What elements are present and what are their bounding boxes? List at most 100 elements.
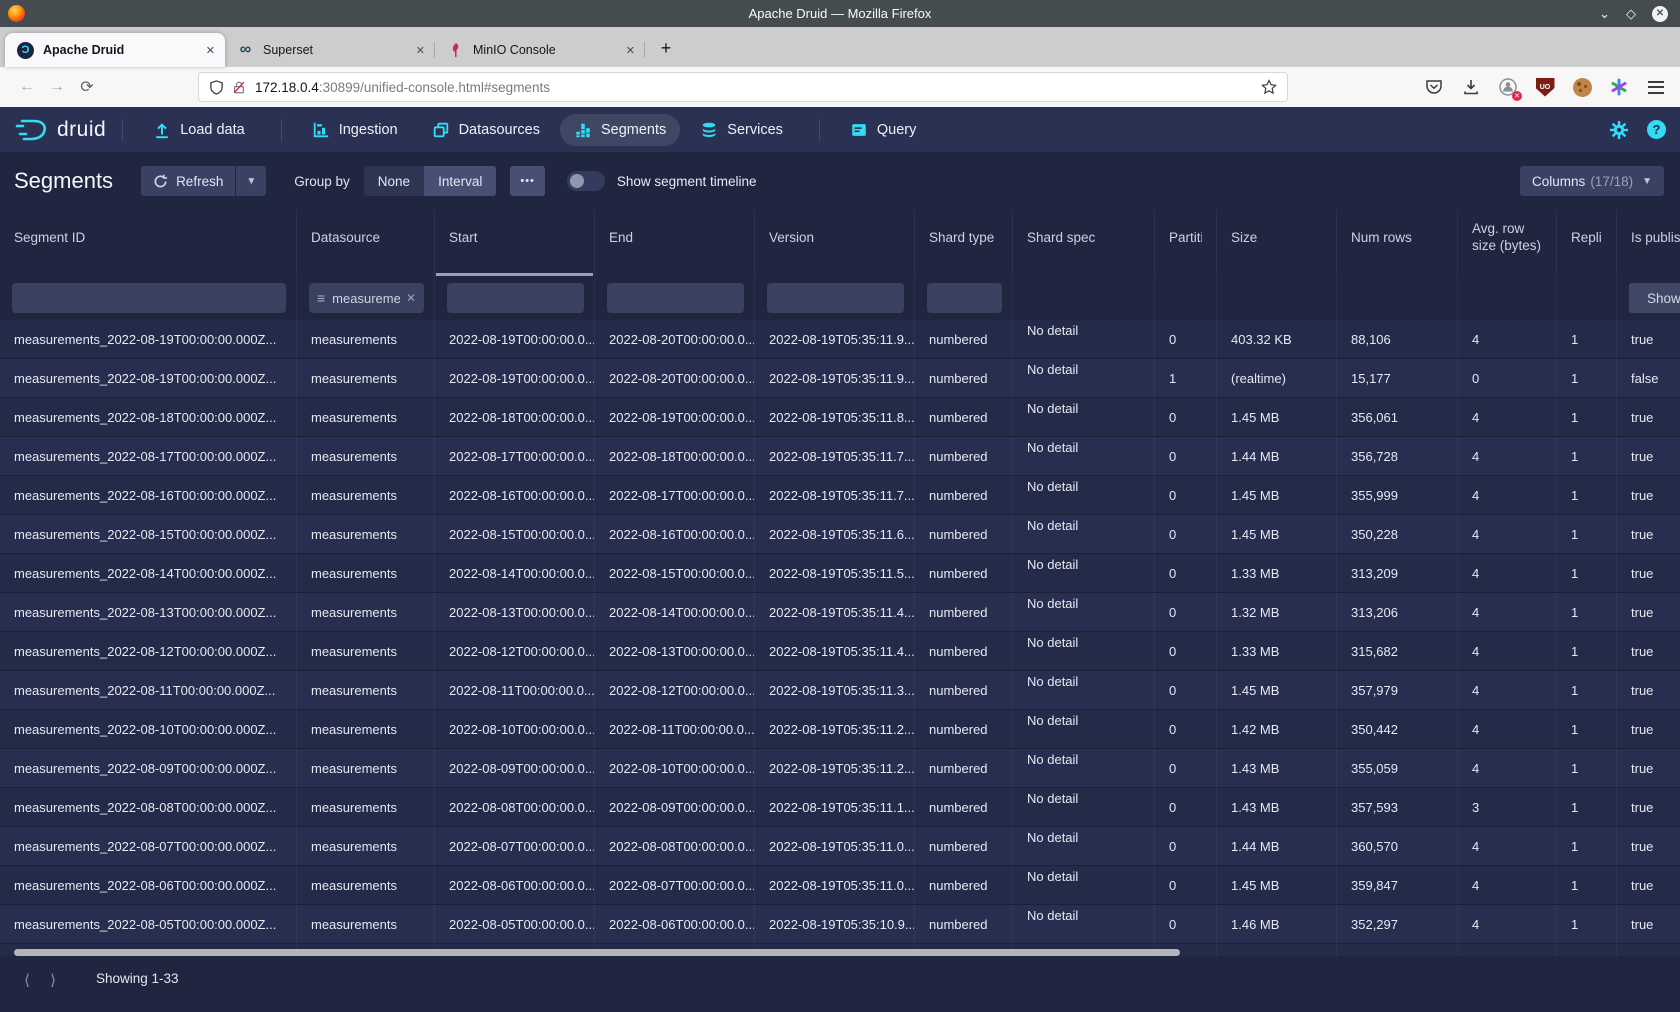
cell-avg-row-size: 4 [1458,398,1557,436]
settings-gear-icon[interactable] [1609,120,1629,140]
is-published-filter-button[interactable]: Show [1629,283,1680,313]
menu-hamburger-icon[interactable] [1644,75,1668,99]
filter-input-version[interactable] [767,283,904,313]
cell-avg-row-size: 4 [1458,437,1557,475]
table-row: measurements_2022-08-10T00:00:00.000Z...… [0,710,1680,749]
pocket-icon[interactable] [1422,75,1446,99]
filter-input-start[interactable] [447,283,584,313]
tab-close-icon[interactable]: ✕ [626,44,635,57]
cell-num-rows: 350,228 [1337,515,1458,553]
filter-input-end[interactable] [607,283,744,313]
table-row: measurements_2022-08-08T00:00:00.000Z...… [0,788,1680,827]
filter-input-datasource[interactable]: ≡measureme✕ [309,283,424,313]
cell-segment-id: measurements_2022-08-17T00:00:00.000Z... [0,437,297,475]
horizontal-scrollbar[interactable] [14,949,1180,956]
group-by-option-none[interactable]: None [364,166,424,196]
cell-shard-type: numbered [915,749,1013,787]
nav-item-query[interactable]: Query [836,114,931,146]
back-button[interactable]: ← [12,73,42,101]
segments-table: Segment IDDatasourceStartEndVersionShard… [0,210,1680,956]
group-by-option-interval[interactable]: Interval [424,166,496,196]
column-header-shard-spec[interactable]: Shard spec [1013,210,1155,276]
pagination-status: Showing 1-33 [96,971,179,986]
segment-timeline-toggle[interactable] [567,171,605,191]
column-header-num-rows[interactable]: Num rows [1337,210,1458,276]
cell-size: 1.33 MB [1217,632,1337,670]
druid-logo[interactable]: druid [14,117,106,143]
navbar-divider [281,119,282,141]
columns-button[interactable]: Columns (17/18) ▼ [1520,166,1664,196]
browser-tab-superset[interactable]: ∞Superset✕ [225,33,435,67]
table-row: measurements_2022-08-16T00:00:00.000Z...… [0,476,1680,515]
query-icon [850,121,868,139]
window-maximize-button[interactable]: ◇ [1626,7,1636,20]
cell-avg-row-size: 4 [1458,710,1557,748]
nav-item-segments[interactable]: Segments [560,114,680,146]
column-header-version[interactable]: Version [755,210,915,276]
column-header-shard-type[interactable]: Shard type [915,210,1013,276]
column-header-segment-id[interactable]: Segment ID [0,210,297,276]
filter-input-shard-type[interactable] [927,283,1002,313]
colorful-asterisk-extension-icon[interactable] [1607,75,1631,99]
cell-is-published [1617,944,1680,956]
reload-button[interactable]: ⟳ [72,73,102,101]
filter-input-segment-id[interactable] [12,283,286,313]
cell-shard-spec: No detail [1013,827,1155,865]
column-header-is-published[interactable]: Is published [1617,210,1680,276]
nav-item-label: Segments [601,122,666,138]
column-header-partition[interactable]: Partiti... [1155,210,1217,276]
cell-shard-spec: No detail [1013,632,1155,670]
column-header-datasource[interactable]: Datasource [297,210,435,276]
column-header-start[interactable]: Start [435,210,595,276]
cell-version: 2022-08-19T05:35:11.0... [755,866,915,904]
ublock-origin-icon[interactable]: UO [1533,75,1557,99]
cell-end: 2022-08-20T00:00:00.0... [595,320,755,358]
nav-item-services[interactable]: Services [686,114,797,146]
previous-page-button[interactable]: ⟨ [14,968,40,992]
tab-close-icon[interactable]: ✕ [206,44,215,57]
cell-segment-id: measurements_2022-08-15T00:00:00.000Z... [0,515,297,553]
cell-num-rows: 357,593 [1337,788,1458,826]
cell-avg-row-size: 3 [1458,788,1557,826]
forward-button[interactable]: → [42,73,72,101]
downloads-icon[interactable] [1459,75,1483,99]
next-page-button[interactable]: ⟩ [40,968,66,992]
column-header-avg-row-size[interactable]: Avg. row size (bytes) [1458,210,1557,276]
url-bar[interactable]: 172.18.0.4:30899/unified-console.html#se… [198,72,1288,102]
nav-item-load-data[interactable]: Load data [139,114,259,146]
cell-size [1217,944,1337,956]
column-header-size[interactable]: Size [1217,210,1337,276]
column-header-replication[interactable]: Replic... [1557,210,1617,276]
filter-remove-icon[interactable]: ✕ [406,291,416,305]
tab-close-icon[interactable]: ✕ [416,44,425,57]
browser-tab-apache-druid[interactable]: ƆApache Druid✕ [5,33,225,67]
browser-tab-minio-console[interactable]: MinIO Console✕ [435,33,645,67]
cell-shard-type: numbered [915,437,1013,475]
column-header-end[interactable]: End [595,210,755,276]
cell-partition: 0 [1155,827,1217,865]
refresh-dropdown-button[interactable]: ▼ [236,166,266,196]
help-icon[interactable]: ? [1647,120,1666,139]
nav-item-ingestion[interactable]: Ingestion [298,114,412,146]
nav-item-datasources[interactable]: Datasources [418,114,554,146]
cell-datasource: measurements [297,593,435,631]
cell-num-rows: 313,209 [1337,554,1458,592]
cell-num-rows: 350,442 [1337,710,1458,748]
more-options-button[interactable]: ••• [510,166,545,196]
window-close-button[interactable]: ✕ [1652,6,1668,22]
new-tab-button[interactable]: + [651,33,681,63]
cell-replication: 1 [1557,905,1617,943]
cell-avg-row-size: 4 [1458,905,1557,943]
chevron-down-icon: ▼ [246,176,256,187]
cookie-icon[interactable] [1570,75,1594,99]
cell-start: 2022-08-13T00:00:00.0... [435,593,595,631]
datasources-icon [432,121,450,139]
cell-start: 2022-08-19T00:00:00.0... [435,359,595,397]
cell-partition: 0 [1155,437,1217,475]
cell-is-published: true [1617,788,1680,826]
extension-disabled-icon[interactable]: ✕ [1496,75,1520,99]
cell-partition: 0 [1155,476,1217,514]
bookmark-star-icon[interactable] [1261,79,1277,95]
window-minimize-button[interactable]: ⌄ [1599,7,1610,20]
refresh-button[interactable]: Refresh [141,166,235,196]
